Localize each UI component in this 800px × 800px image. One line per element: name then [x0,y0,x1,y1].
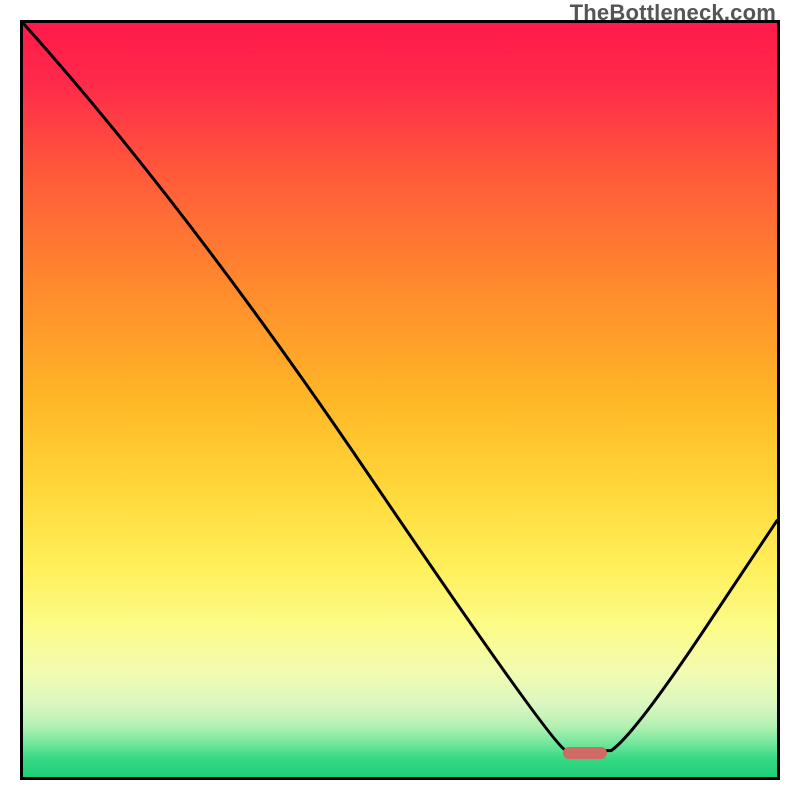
chart-frame [20,20,780,780]
optimal-marker [563,747,607,759]
bottleneck-curve [23,23,777,777]
